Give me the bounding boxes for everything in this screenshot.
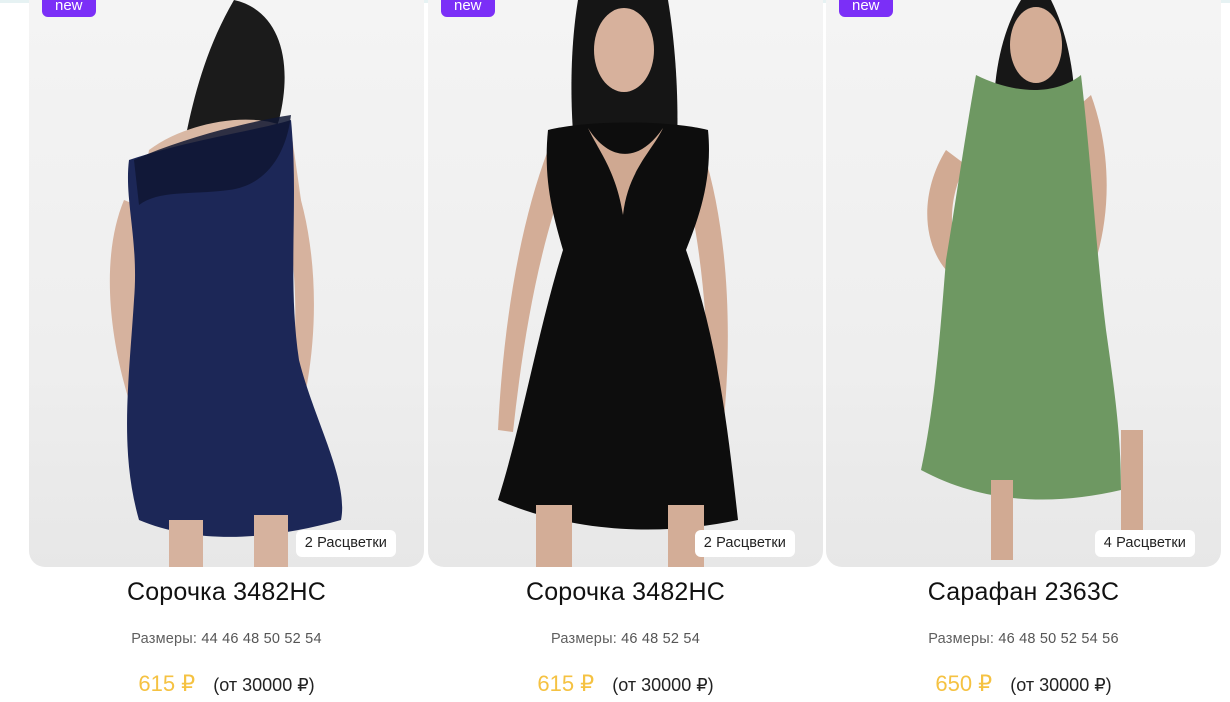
product-grid: new 2 Расцветки Сорочка 3482НС Размеры: … (29, 0, 1221, 702)
product-title[interactable]: Сорочка 3482НС (428, 578, 823, 607)
new-badge: new (441, 0, 495, 17)
model-illustration (109, 0, 343, 567)
sizes-label: Размеры: (928, 631, 995, 647)
model-illustration (921, 0, 1143, 560)
product-photo[interactable]: new 2 Расцветки (29, 0, 424, 567)
product-sizes: Размеры: 44 46 48 50 52 54 (29, 631, 424, 647)
product-card[interactable]: new 2 Расцветки Сорочка 3482НС Размеры: … (29, 0, 424, 702)
colors-count-chip[interactable]: 4 Расцветки (1094, 530, 1195, 557)
sizes-values: 46 48 52 54 (621, 631, 700, 647)
sizes-label: Размеры: (551, 631, 617, 647)
price-row: 650 ₽ (от 30000 ₽) (826, 671, 1221, 697)
sizes-label: Размеры: (131, 631, 198, 647)
min-order-note: (от 30000 ₽) (612, 675, 714, 695)
sizes-values: 46 48 50 52 54 56 (998, 631, 1119, 647)
new-badge: new (42, 0, 96, 17)
price-row: 615 ₽ (от 30000 ₽) (428, 671, 823, 697)
colors-count-chip[interactable]: 2 Расцветки (694, 530, 795, 557)
price-row: 615 ₽ (от 30000 ₽) (29, 671, 424, 697)
product-price: 615 ₽ (537, 671, 595, 696)
product-price: 615 ₽ (138, 671, 196, 696)
colors-count-chip[interactable]: 2 Расцветки (295, 530, 396, 557)
product-card[interactable]: new 4 Расцветки Сарафан 2363С Размеры: 4… (826, 0, 1221, 702)
min-order-note: (от 30000 ₽) (213, 675, 315, 695)
product-sizes: Размеры: 46 48 52 54 (428, 631, 823, 647)
product-title[interactable]: Сарафан 2363С (826, 578, 1221, 607)
product-title[interactable]: Сорочка 3482НС (29, 578, 424, 607)
product-photo[interactable]: new 2 Расцветки (428, 0, 823, 567)
new-badge: new (839, 0, 893, 17)
product-photo[interactable]: new 4 Расцветки (826, 0, 1221, 567)
sizes-values: 44 46 48 50 52 54 (201, 631, 322, 647)
product-price: 650 ₽ (935, 671, 993, 696)
product-sizes: Размеры: 46 48 50 52 54 56 (826, 631, 1221, 647)
min-order-note: (от 30000 ₽) (1010, 675, 1112, 695)
product-card[interactable]: new 2 Расцветки Сорочка 3482НС Размеры: … (428, 0, 823, 702)
model-illustration (498, 0, 738, 567)
